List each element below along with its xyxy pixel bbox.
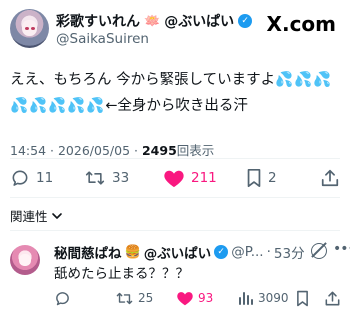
reply-views-button[interactable]: 3090 xyxy=(238,288,289,308)
reply-bookmark-button[interactable] xyxy=(296,288,309,308)
repost-count: 33 xyxy=(112,170,130,186)
reply-view-count: 3090 xyxy=(258,291,289,305)
share-icon xyxy=(325,291,340,305)
burger-emoji: 🍔 xyxy=(124,244,141,260)
like-count: 211 xyxy=(191,170,217,186)
reply-like-button[interactable]: 93 xyxy=(176,288,213,308)
meta-separator: · xyxy=(50,143,54,158)
reply-display-name: 秘間慈ぱね xyxy=(54,246,122,262)
lotus-emoji: 🪷 xyxy=(144,13,161,29)
repost-icon xyxy=(85,171,105,185)
site-label: X.com xyxy=(266,12,336,36)
repost-icon xyxy=(116,292,133,304)
view-count: 2495 xyxy=(141,143,177,158)
author-avatar[interactable] xyxy=(10,9,49,48)
post-actions: 11 33 211 2 xyxy=(0,164,350,192)
post-meta: 14:54 · 2026/05/05 · 2495回表示 xyxy=(10,140,214,159)
repost-button[interactable]: 33 xyxy=(84,164,129,192)
sort-related-label: 関連性 xyxy=(10,209,48,224)
sweat-drops-1: 💦💦💦 xyxy=(275,72,333,88)
post-date[interactable]: 2026/05/05 xyxy=(58,143,130,158)
reply-share-button[interactable] xyxy=(324,288,341,308)
reply-repost-count: 25 xyxy=(138,291,154,305)
post-text-line1: ええ、もちろん 今から緊張していますよ xyxy=(10,72,276,88)
verified-icon: ✓ xyxy=(214,245,229,259)
chevron-down-icon xyxy=(51,212,62,219)
meta-separator: · xyxy=(266,244,271,260)
reply-actions: 25 93 3090 xyxy=(0,288,350,308)
divider xyxy=(10,197,340,198)
bookmark-icon xyxy=(247,168,261,188)
sort-related-dropdown[interactable]: 関連性 xyxy=(10,206,63,225)
reply-header[interactable]: 秘間慈ぱね 🍔 @ぶいぱい ✓ @P... · 53分 xyxy=(54,242,305,262)
x-logo: X.com xyxy=(267,12,336,36)
author-name-row[interactable]: 彩歌すいれん 🪷 @ぶいぱい ✓ xyxy=(56,11,253,31)
reply-time: 53分 xyxy=(273,246,305,262)
reply-icon xyxy=(12,170,28,186)
post-text-line2: ←全身から吹き出る汗 xyxy=(105,98,248,114)
reply-icon xyxy=(56,291,69,305)
heart-icon xyxy=(177,292,193,306)
reply-reply-button[interactable] xyxy=(54,288,71,308)
avatar-face xyxy=(19,254,31,266)
like-button[interactable]: 211 xyxy=(163,164,217,192)
reply-handle: @P... xyxy=(231,244,264,260)
heart-icon xyxy=(164,170,184,188)
post-time[interactable]: 14:54 xyxy=(10,143,46,158)
divider xyxy=(10,158,340,159)
meta-separator: · xyxy=(134,143,138,158)
post-text: ええ、もちろん 今から緊張していますよ💦💦💦 💦💦💦💦💦←全身から吹き出る汗 xyxy=(10,67,342,119)
reply-text: 舐めたら止まる？？？ xyxy=(54,266,189,282)
grok-icon[interactable] xyxy=(311,243,327,259)
bookmark-button[interactable]: 2 xyxy=(246,164,277,192)
reply-button[interactable]: 11 xyxy=(10,164,53,192)
verified-icon: ✓ xyxy=(238,14,253,28)
reply-name-suffix: @ぶいぱい xyxy=(143,246,212,262)
bookmark-count: 2 xyxy=(268,170,277,186)
divider xyxy=(10,230,340,231)
author-handle[interactable]: @SaikaSuiren xyxy=(56,31,149,47)
view-count-label: 回表示 xyxy=(176,143,215,158)
avatar-eye xyxy=(25,27,29,30)
avatar-eye xyxy=(31,27,35,30)
author-name-suffix: @ぶいぱい xyxy=(164,14,235,30)
reply-like-count: 93 xyxy=(198,291,214,305)
bookmark-icon xyxy=(297,290,308,306)
reply-repost-button[interactable]: 25 xyxy=(115,288,153,308)
reply-count: 11 xyxy=(36,170,54,186)
views-icon xyxy=(239,292,253,305)
more-icon[interactable]: ••• xyxy=(333,241,350,257)
author-display-name: 彩歌すいれん xyxy=(56,14,140,30)
share-icon xyxy=(321,169,339,187)
reply-author-avatar[interactable] xyxy=(10,245,40,275)
sweat-drops-2: 💦💦💦💦💦 xyxy=(10,98,106,114)
share-button[interactable] xyxy=(320,164,340,192)
